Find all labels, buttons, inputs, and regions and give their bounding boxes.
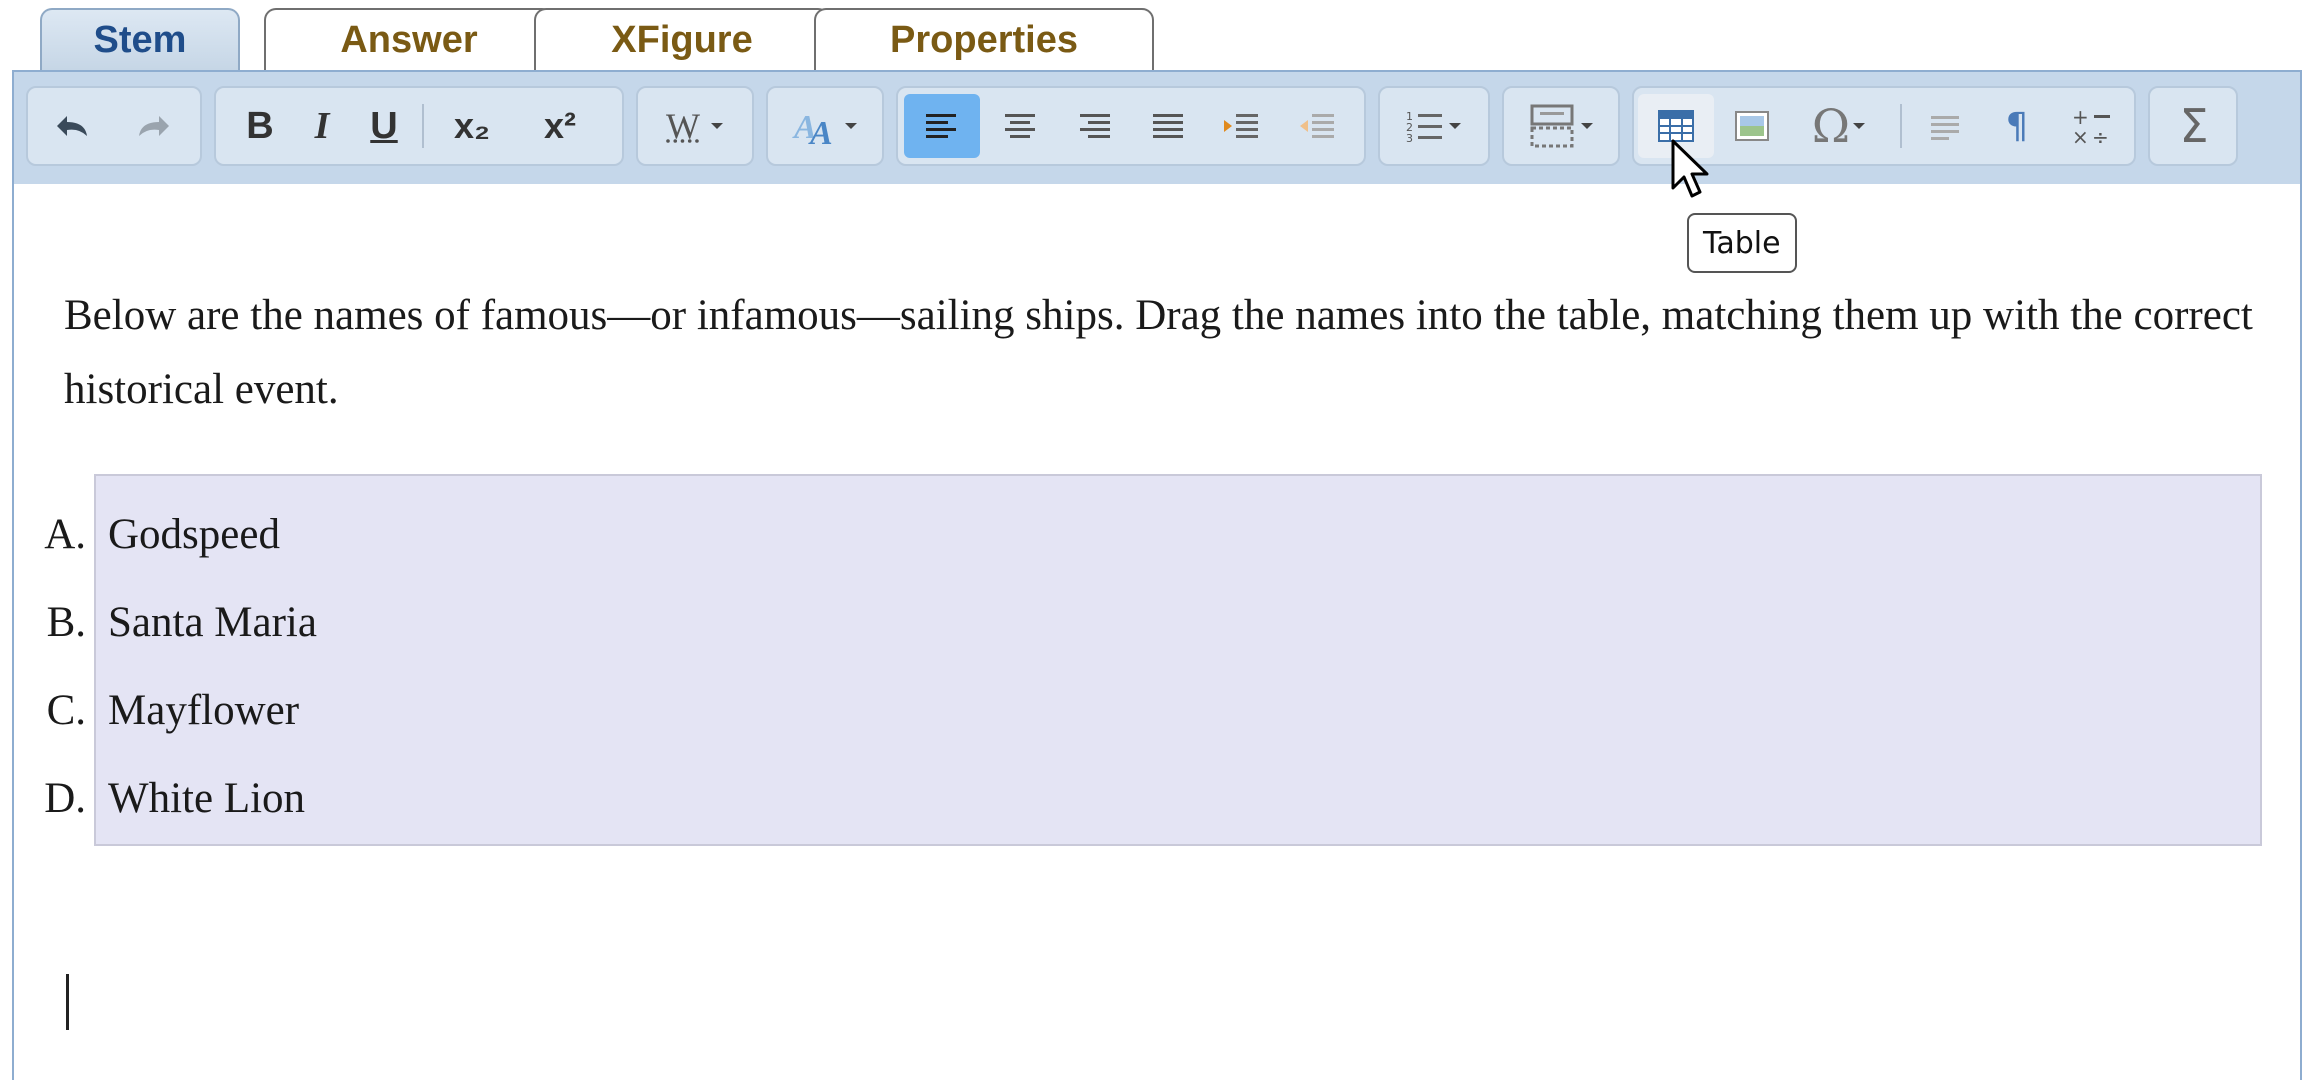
align-left-button[interactable]: [904, 94, 980, 158]
image-button[interactable]: [1716, 94, 1788, 158]
format-group: B I U x₂ x²: [214, 86, 624, 166]
text-caret: [66, 974, 69, 1030]
align-left-icon: [926, 114, 956, 138]
option-label: B.: [46, 598, 86, 646]
editor-toolbar: B I U x₂ x² W AA 1 2 3 Ω ¶ + × ÷ Σ: [14, 72, 2300, 184]
stem-paragraph: Below are the names of famous—or infamou…: [64, 292, 2253, 413]
option-label: C.: [46, 686, 86, 734]
answer-options-block: A. Godspeed B. Santa Maria C. Mayflower …: [44, 474, 2262, 846]
font-size-icon: AA: [792, 109, 833, 148]
list-group: 123: [1378, 86, 1490, 166]
equation-button[interactable]: Σ: [2156, 94, 2232, 158]
alignment-group: [896, 86, 1366, 166]
bold-button[interactable]: B: [230, 94, 290, 158]
option-label: D.: [44, 774, 86, 822]
sigma-icon: Σ: [2179, 99, 2209, 153]
svg-text:÷: ÷: [2092, 125, 2109, 148]
underline-button[interactable]: U: [354, 94, 414, 158]
undo-icon: [57, 116, 87, 136]
svg-text:3: 3: [1406, 132, 1413, 144]
option-text: White Lion: [108, 774, 306, 822]
history-group: [26, 86, 202, 166]
separator: [1900, 104, 1902, 148]
superscript-button[interactable]: x²: [520, 94, 600, 158]
option-text: Godspeed: [108, 510, 280, 558]
undo-button[interactable]: [38, 94, 108, 158]
tab-properties[interactable]: Properties: [814, 8, 1154, 70]
align-right-button[interactable]: [1058, 94, 1130, 158]
image-icon: [1735, 111, 1769, 141]
indent-icon: [1224, 114, 1258, 138]
chevron-down-icon: [845, 123, 857, 129]
math-operators-button[interactable]: + × ÷: [2054, 94, 2130, 158]
option-text: Mayflower: [108, 686, 300, 734]
tab-xfigure[interactable]: XFigure: [534, 8, 830, 70]
table-tooltip: Table: [1687, 213, 1797, 273]
paragraph-lines-icon: [1931, 116, 1959, 140]
tab-answer[interactable]: Answer: [264, 8, 554, 70]
math-operators-icon: +× ÷: [2072, 105, 2110, 148]
editor-frame: B I U x₂ x² W AA 1 2 3 Ω ¶ + × ÷ Σ Below…: [12, 70, 2302, 1084]
chevron-down-icon: [1853, 123, 1866, 129]
outdent-icon: [1300, 114, 1334, 138]
omega-icon: Ω: [1811, 99, 1851, 153]
align-center-button[interactable]: [984, 94, 1056, 158]
insert-break-group: [1502, 86, 1620, 166]
align-center-icon: [1005, 114, 1035, 138]
chevron-down-icon: [1449, 123, 1461, 129]
svg-text:×: ×: [2072, 125, 2089, 148]
chevron-down-icon: [710, 123, 723, 129]
equation-group: Σ: [2148, 86, 2238, 166]
outdent-button[interactable]: [1282, 94, 1354, 158]
list-item: C. Mayflower: [16, 666, 299, 754]
show-marks-button[interactable]: ¶: [1982, 94, 2052, 158]
list-item: D. White Lion: [16, 754, 305, 842]
list-item: B. Santa Maria: [16, 578, 317, 666]
numbered-list-dropdown[interactable]: 123: [1388, 94, 1482, 158]
indent-button[interactable]: [1206, 94, 1278, 158]
tab-stem[interactable]: Stem: [40, 8, 240, 70]
font-color-group: AA: [766, 86, 884, 166]
style-dropdown[interactable]: W: [648, 94, 744, 158]
align-justify-icon: [1153, 114, 1183, 138]
subscript-button[interactable]: x₂: [432, 94, 512, 158]
chevron-down-icon: [1581, 123, 1593, 129]
numbered-list-icon: 123: [1406, 110, 1442, 144]
italic-button[interactable]: I: [292, 94, 352, 158]
page-break-icon: [1530, 104, 1574, 148]
font-color-dropdown[interactable]: AA: [778, 94, 874, 158]
option-text: Santa Maria: [108, 598, 317, 646]
paragraph-button[interactable]: [1910, 94, 1980, 158]
mouse-pointer-icon: [1671, 139, 1709, 198]
option-label: A.: [44, 510, 86, 558]
special-char-dropdown[interactable]: Ω: [1790, 94, 1890, 158]
redo-button[interactable]: [118, 94, 188, 158]
style-label: W: [666, 106, 700, 146]
svg-text:A: A: [808, 115, 833, 148]
pilcrow-icon: ¶: [2005, 105, 2029, 147]
align-justify-button[interactable]: [1132, 94, 1204, 158]
align-right-icon: [1080, 114, 1110, 138]
list-item: A. Godspeed: [16, 490, 280, 578]
redo-icon: [139, 116, 169, 136]
page-break-dropdown[interactable]: [1512, 94, 1612, 158]
style-group: W: [636, 86, 754, 166]
editor-content[interactable]: Below are the names of famous—or infamou…: [14, 184, 2300, 1084]
separator: [422, 104, 424, 148]
